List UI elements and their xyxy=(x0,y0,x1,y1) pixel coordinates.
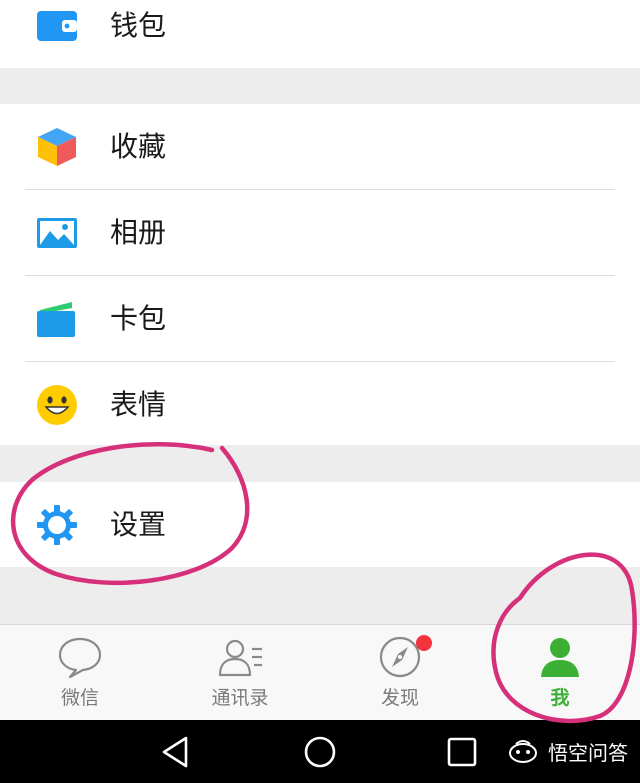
wukong-logo-icon xyxy=(509,740,537,763)
tab-contacts[interactable]: 通讯录 xyxy=(160,625,320,721)
menu-item-cards[interactable]: 卡包 xyxy=(0,276,640,361)
menu-item-album[interactable]: 相册 xyxy=(0,190,640,275)
card-wallet-icon xyxy=(37,302,75,337)
cube-icon xyxy=(38,128,76,166)
wallet-group: 钱包 xyxy=(0,0,640,68)
tab-me[interactable]: 我 xyxy=(480,625,640,721)
wallet-icon xyxy=(37,11,77,41)
recent-apps-icon[interactable] xyxy=(444,734,480,770)
person-icon xyxy=(541,638,579,677)
menu-item-wallet-label: 钱包 xyxy=(110,9,167,42)
watermark-text: 悟空问答 xyxy=(548,741,628,765)
chat-bubble-icon xyxy=(58,637,102,679)
system-nav-bar: 悟空问答 xyxy=(0,720,640,783)
back-icon[interactable] xyxy=(158,734,194,770)
menu-item-stickers-label: 表情 xyxy=(110,388,167,421)
media-group: 收藏 相册 卡包 表情 xyxy=(0,104,640,445)
tab-discover[interactable]: 发现 xyxy=(320,625,480,721)
contacts-icon xyxy=(218,639,262,677)
settings-group: 设置 xyxy=(0,482,640,567)
tab-discover-label: 发现 xyxy=(380,687,419,709)
tab-contacts-label: 通讯录 xyxy=(211,687,269,709)
image-icon xyxy=(37,218,77,248)
menu-item-settings-label: 设置 xyxy=(110,508,167,541)
menu-item-favorites[interactable]: 收藏 xyxy=(0,104,640,189)
tab-me-label: 我 xyxy=(550,687,570,709)
new-badge-dot xyxy=(416,635,432,651)
menu-item-album-label: 相册 xyxy=(110,216,167,249)
menu-item-settings[interactable]: 设置 xyxy=(0,482,640,567)
menu-item-stickers[interactable]: 表情 xyxy=(0,362,640,447)
menu-item-cards-label: 卡包 xyxy=(110,302,167,335)
smiley-icon xyxy=(37,385,77,425)
menu-item-favorites-label: 收藏 xyxy=(110,130,167,163)
tab-chats[interactable]: 微信 xyxy=(0,625,160,721)
bottom-tab-bar: 微信 通讯录 发现 我 xyxy=(0,624,640,720)
tab-chats-label: 微信 xyxy=(60,687,99,709)
gear-icon xyxy=(37,505,77,545)
menu-item-wallet[interactable]: 钱包 xyxy=(0,0,640,68)
home-icon[interactable] xyxy=(302,734,338,770)
